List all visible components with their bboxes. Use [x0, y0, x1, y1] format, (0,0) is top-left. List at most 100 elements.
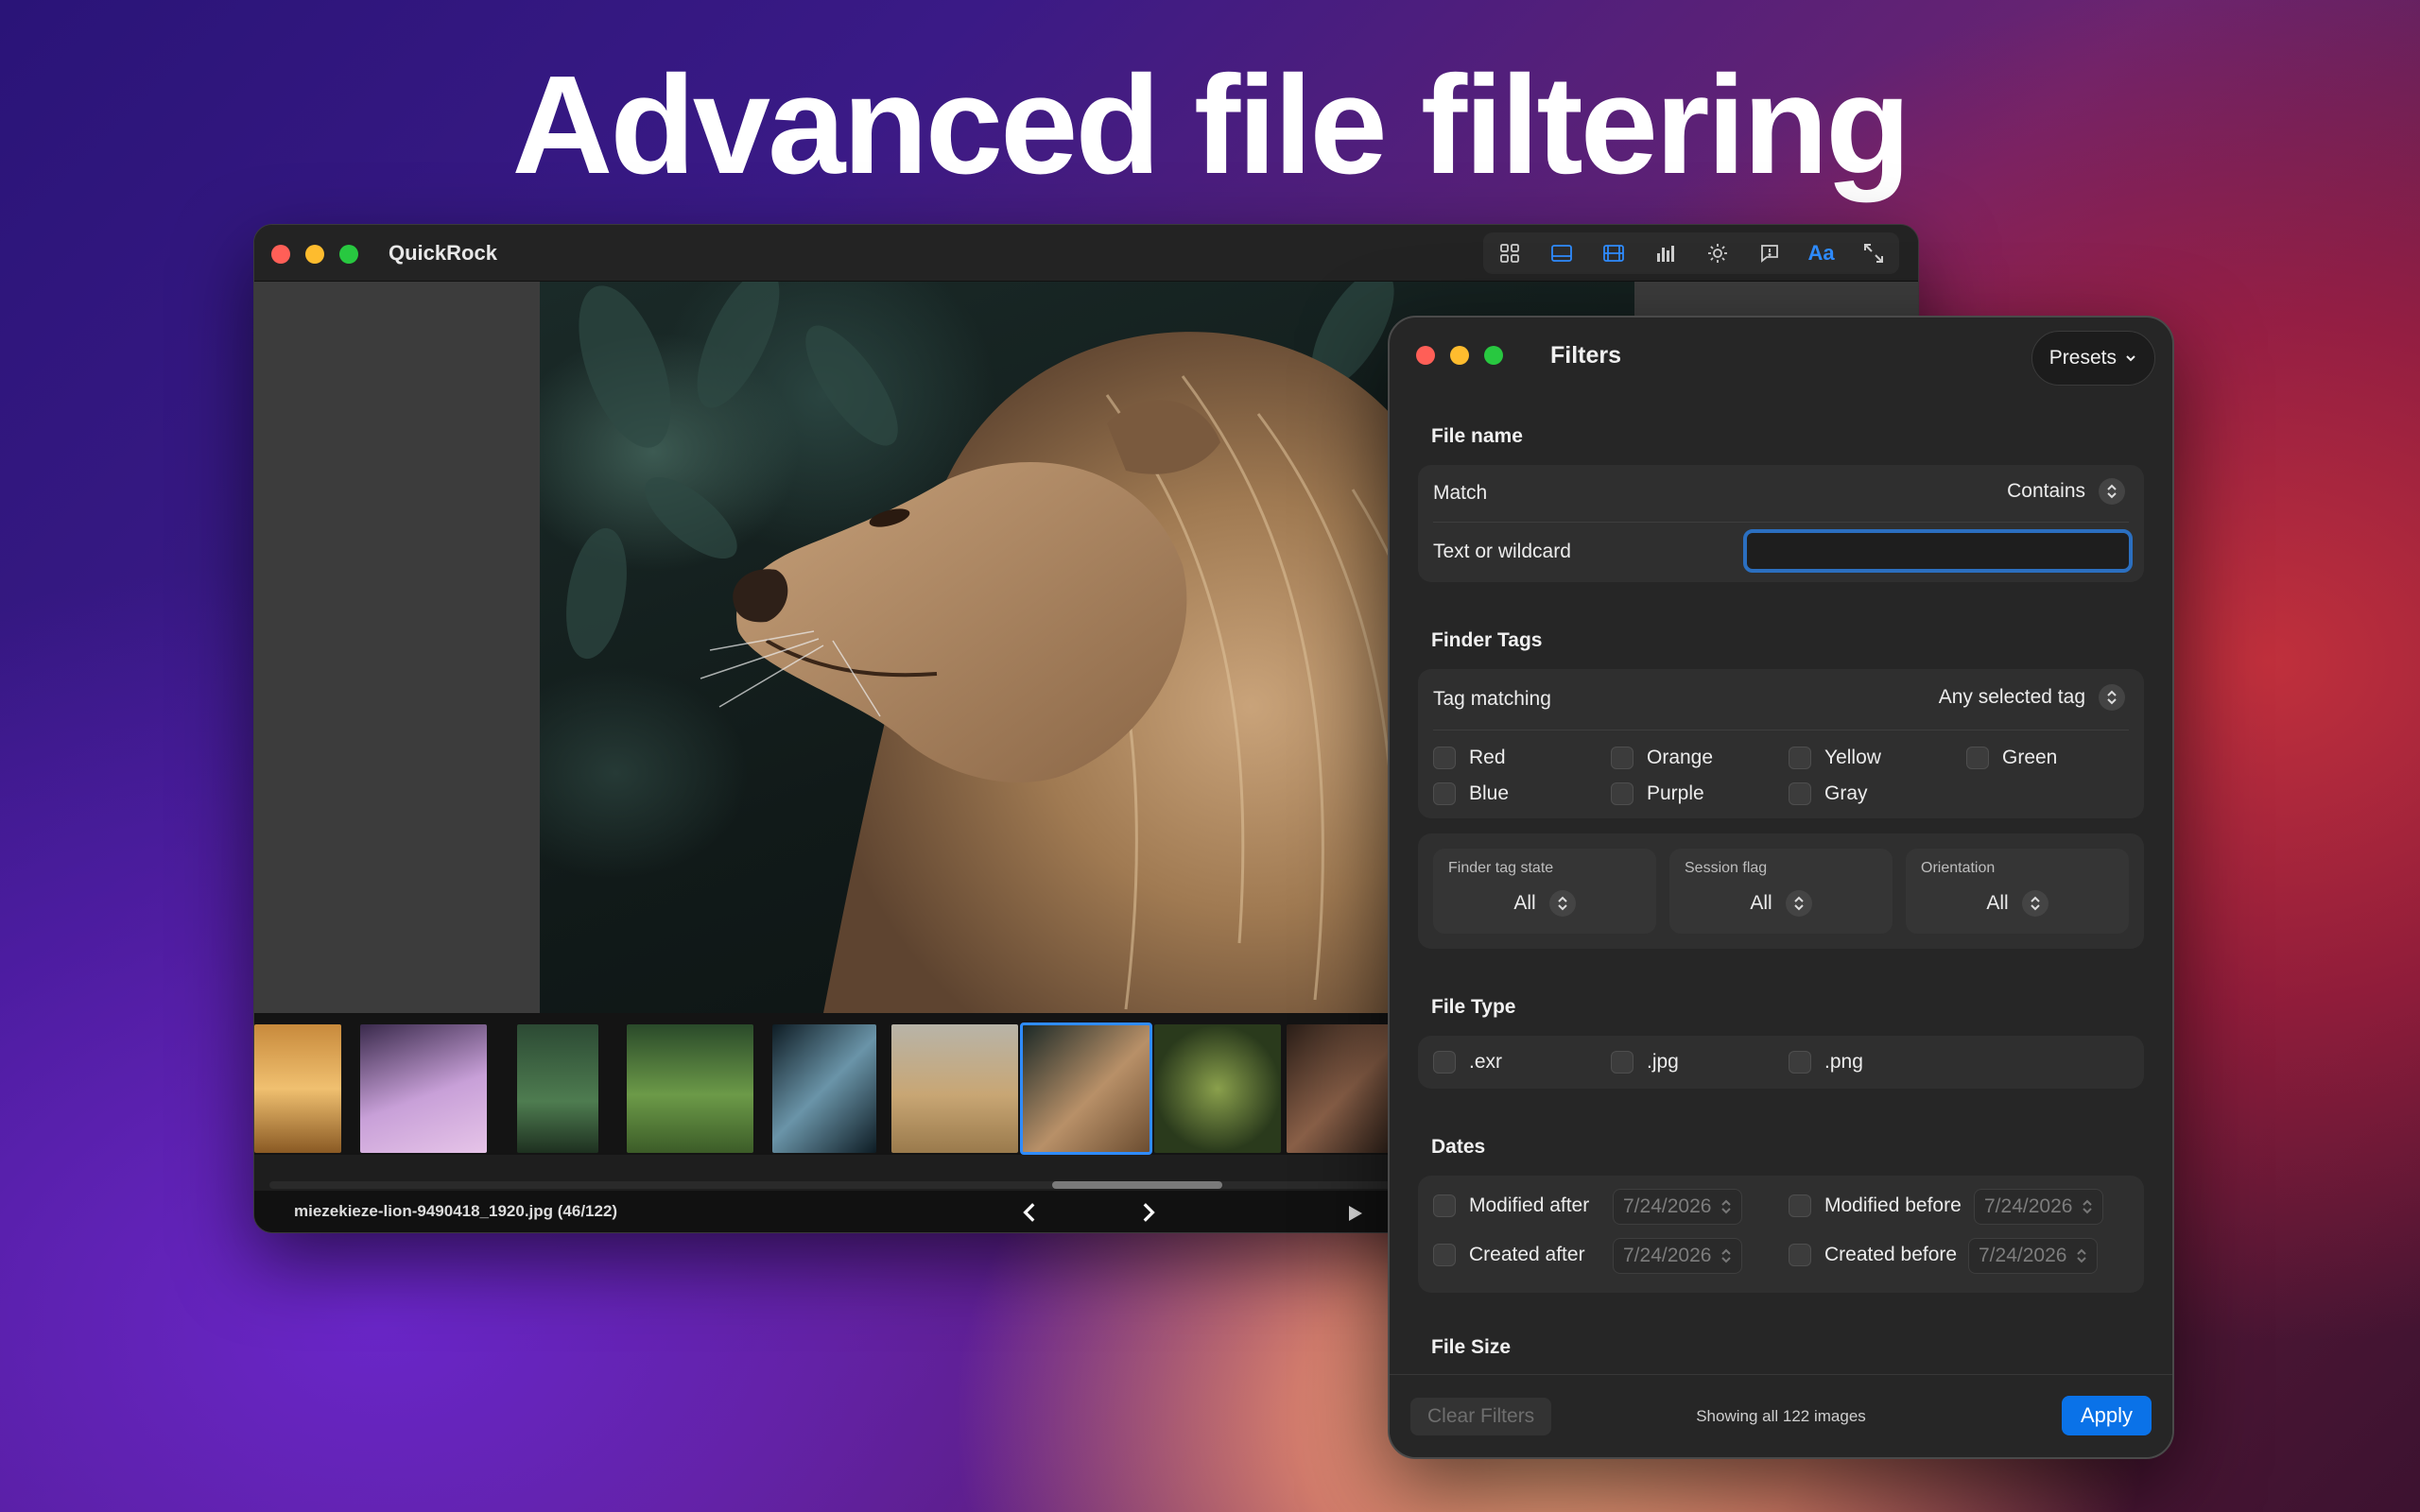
apply-button[interactable]: Apply: [2061, 1396, 2152, 1435]
close-button[interactable]: [1416, 346, 1435, 365]
type-jpg-checkbox[interactable]: .jpg: [1611, 1051, 1679, 1074]
checkbox[interactable]: [1433, 747, 1456, 769]
checkbox[interactable]: [1433, 1244, 1456, 1266]
dates-card: Modified after 7/24/2026 Modified before…: [1418, 1176, 2144, 1293]
tag-yellow-checkbox[interactable]: Yellow: [1789, 747, 1881, 769]
finder-tags-card: Tag matching Any selected tag Red Orange…: [1418, 669, 2144, 818]
match-label: Match: [1433, 482, 1488, 504]
created-after-date[interactable]: 7/24/2026: [1613, 1238, 1743, 1274]
finder-tag-state-select[interactable]: All: [1433, 890, 1656, 917]
match-select[interactable]: Contains: [2007, 478, 2125, 505]
grid-icon[interactable]: [1493, 236, 1527, 270]
file-name-card: Match Contains Text or wildcard: [1418, 465, 2144, 582]
session-flag-control[interactable]: Session flag All: [1669, 849, 1893, 934]
checkbox[interactable]: [1433, 1051, 1456, 1074]
checkbox[interactable]: [1789, 1051, 1811, 1074]
checkbox[interactable]: [1789, 747, 1811, 769]
up-down-chevron-icon: [1721, 1248, 1732, 1263]
filters-window-controls: [1416, 346, 1503, 365]
previous-image-button[interactable]: [1014, 1196, 1046, 1228]
tag-label: Red: [1469, 747, 1506, 768]
up-down-chevron-icon: [1721, 1199, 1732, 1214]
minimize-button[interactable]: [1450, 346, 1469, 365]
play-icon[interactable]: [1343, 1202, 1366, 1225]
file-name-section-title: File name: [1431, 425, 1523, 447]
presets-button[interactable]: Presets: [2031, 331, 2155, 386]
filters-title: Filters: [1550, 342, 1622, 369]
match-value: Contains: [2007, 480, 2085, 502]
thumbnail-selected[interactable]: [1020, 1022, 1152, 1155]
type-label: .jpg: [1647, 1051, 1679, 1073]
single-view-icon[interactable]: [1545, 236, 1579, 270]
file-name-status: miezekieze-lion-9490418_1920.jpg (46/122…: [294, 1202, 618, 1220]
left-letterbox: [254, 282, 540, 1013]
checkbox[interactable]: [1433, 1194, 1456, 1217]
comment-icon[interactable]: [1753, 236, 1787, 270]
divider: [1433, 522, 2129, 523]
created-before-date[interactable]: 7/24/2026: [1968, 1238, 2099, 1274]
tag-red-checkbox[interactable]: Red: [1433, 747, 1506, 769]
tag-blue-checkbox[interactable]: Blue: [1433, 782, 1509, 805]
orientation-value: All: [1986, 892, 2009, 914]
brightness-icon[interactable]: [1701, 236, 1735, 270]
modified-before-label: Modified before: [1824, 1194, 1962, 1216]
chevron-left-icon: [1023, 1203, 1035, 1222]
thumbnail[interactable]: [254, 1024, 341, 1153]
histogram-icon[interactable]: [1649, 236, 1683, 270]
type-exr-checkbox[interactable]: .exr: [1433, 1051, 1502, 1074]
thumbnail[interactable]: [891, 1024, 1018, 1153]
filmstrip-scroll-thumb[interactable]: [1052, 1181, 1222, 1189]
viewer-title: QuickRock: [389, 241, 497, 265]
modified-before-date[interactable]: 7/24/2026: [1974, 1189, 2104, 1225]
text-icon[interactable]: Aa: [1805, 236, 1839, 270]
file-type-section-title: File Type: [1431, 996, 1516, 1018]
result-count-text: Showing all 122 images: [1696, 1407, 1866, 1425]
tag-orange-checkbox[interactable]: Orange: [1611, 747, 1713, 769]
tag-matching-select[interactable]: Any selected tag: [1939, 684, 2125, 711]
orientation-control[interactable]: Orientation All: [1906, 849, 2129, 934]
created-before-checkbox[interactable]: Created before: [1789, 1244, 1957, 1266]
checkbox[interactable]: [1611, 747, 1634, 769]
fullscreen-icon[interactable]: [1857, 236, 1891, 270]
modified-before-checkbox[interactable]: Modified before: [1789, 1194, 1962, 1217]
chevron-down-icon: [2126, 355, 2135, 362]
next-image-button[interactable]: [1132, 1196, 1164, 1228]
finder-tag-state-value: All: [1513, 892, 1536, 914]
checkbox[interactable]: [1611, 782, 1634, 805]
tag-gray-checkbox[interactable]: Gray: [1789, 782, 1868, 805]
thumbnail[interactable]: [772, 1024, 876, 1153]
checkbox[interactable]: [1433, 782, 1456, 805]
close-button[interactable]: [271, 245, 290, 264]
zoom-button[interactable]: [1484, 346, 1503, 365]
session-flag-select[interactable]: All: [1669, 890, 1893, 917]
thumbnail[interactable]: [517, 1024, 598, 1153]
checkbox[interactable]: [1611, 1051, 1634, 1074]
tag-green-checkbox[interactable]: Green: [1966, 747, 2057, 769]
orientation-select[interactable]: All: [1906, 890, 2129, 917]
up-down-chevron-icon: [2077, 1248, 2087, 1263]
minimize-button[interactable]: [305, 245, 324, 264]
modified-after-value: 7/24/2026: [1623, 1195, 1712, 1217]
headline: Advanced file filtering: [511, 47, 1910, 203]
modified-after-date[interactable]: 7/24/2026: [1613, 1189, 1743, 1225]
tag-label: Blue: [1469, 782, 1510, 804]
tag-matching-value: Any selected tag: [1938, 686, 2085, 708]
thumbnail[interactable]: [627, 1024, 753, 1153]
zoom-button[interactable]: [339, 245, 358, 264]
state-filters-card: Finder tag state All Session flag All Or…: [1418, 833, 2144, 949]
checkbox[interactable]: [1789, 1244, 1811, 1266]
checkbox[interactable]: [1789, 782, 1811, 805]
checkbox[interactable]: [1789, 1194, 1811, 1217]
tag-label: Orange: [1647, 747, 1714, 768]
tag-matching-label: Tag matching: [1433, 688, 1551, 710]
thumbnail[interactable]: [360, 1024, 487, 1153]
tag-purple-checkbox[interactable]: Purple: [1611, 782, 1704, 805]
filmstrip-icon[interactable]: [1597, 236, 1631, 270]
text-or-wildcard-input[interactable]: [1743, 529, 2133, 573]
modified-after-checkbox[interactable]: Modified after: [1433, 1194, 1589, 1217]
created-after-checkbox[interactable]: Created after: [1433, 1244, 1585, 1266]
checkbox[interactable]: [1966, 747, 1989, 769]
type-png-checkbox[interactable]: .png: [1789, 1051, 1863, 1074]
finder-tag-state-control[interactable]: Finder tag state All: [1433, 849, 1656, 934]
thumbnail[interactable]: [1154, 1024, 1281, 1153]
